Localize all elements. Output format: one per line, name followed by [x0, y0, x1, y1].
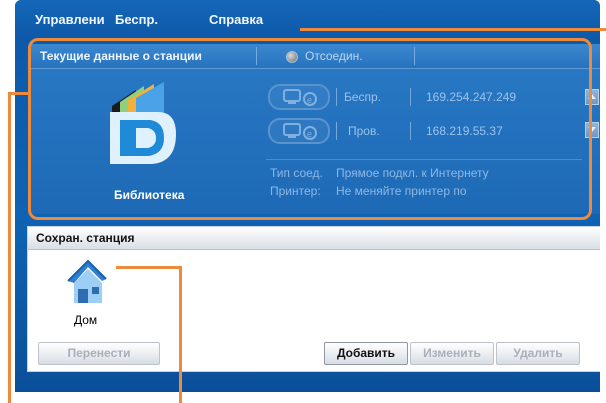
menu-item-help[interactable]: Справка [209, 12, 263, 27]
saved-stations-panel: Сохран. станция Дом Перенести Добавить И… [27, 226, 600, 372]
move-button[interactable]: Перенести [38, 342, 160, 365]
home-icon[interactable] [64, 255, 108, 307]
menu-bar: Управлени Беспр. Справка [15, 0, 600, 40]
annotation-line-home [116, 266, 182, 269]
annotation-line-left-vertical [8, 92, 11, 403]
add-button[interactable]: Добавить [324, 342, 408, 365]
edit-button[interactable]: Изменить [410, 342, 494, 365]
annotation-line-left [8, 92, 30, 95]
menu-item-manage[interactable]: Управлени [35, 12, 105, 27]
menu-item-wireless[interactable]: Беспр. [115, 12, 158, 27]
delete-button[interactable]: Удалить [496, 342, 580, 365]
annotation-box-station [28, 38, 592, 220]
saved-panel-title: Сохран. станция [36, 231, 135, 245]
annotation-line-home-vertical [179, 266, 182, 403]
home-station-label: Дом [74, 313, 98, 327]
annotation-line-menu [300, 28, 606, 31]
saved-panel-header: Сохран. станция [28, 227, 600, 250]
